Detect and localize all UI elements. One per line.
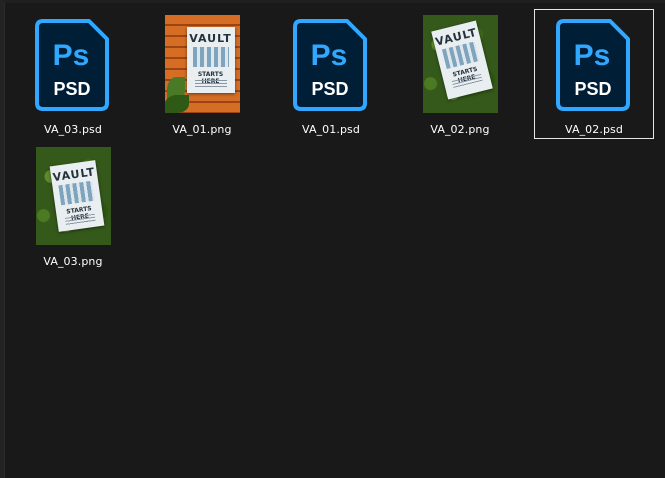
file-item-va-01-png[interactable]: VAULT STARTS HERE VA_01.png xyxy=(142,9,262,139)
thumbnail-grass-poster: VAULT STARTS HERE xyxy=(422,15,498,113)
psd-icon-ps-text: Ps xyxy=(53,39,90,72)
file-item-va-01-psd[interactable]: Ps PSD VA_01.psd xyxy=(271,9,391,139)
psd-file-icon: Ps PSD xyxy=(545,15,643,113)
photoshop-psd-icon: Ps PSD xyxy=(293,19,367,111)
file-item-va-03-png[interactable]: VAULT STARTS HERE VA_03.png xyxy=(13,141,133,271)
photoshop-psd-icon: Ps PSD xyxy=(556,19,630,111)
file-name-label: VA_03.psd xyxy=(44,123,102,136)
thumbnail-grass-poster: VAULT STARTS HERE xyxy=(35,147,111,245)
psd-icon-psd-text: PSD xyxy=(53,79,90,99)
view-top-edge xyxy=(4,0,665,3)
file-name-label: VA_02.psd xyxy=(565,123,623,136)
file-name-label: VA_01.png xyxy=(172,123,232,136)
psd-icon-ps-text: Ps xyxy=(311,39,348,72)
psd-file-icon: Ps PSD xyxy=(24,15,122,113)
file-explorer-view: Ps PSD VA_03.psd VAULT STARTS HERE xyxy=(0,0,665,478)
file-item-va-02-png[interactable]: VAULT STARTS HERE VA_02.png xyxy=(400,9,520,139)
image-thumbnail: VAULT STARTS HERE xyxy=(153,15,251,113)
poster-title: VAULT xyxy=(189,32,232,45)
file-name-label: VA_01.psd xyxy=(302,123,360,136)
psd-icon-ps-text: Ps xyxy=(574,39,611,72)
thumbnail-orange-wall-poster: VAULT STARTS HERE xyxy=(164,15,240,113)
file-item-va-02-psd[interactable]: Ps PSD VA_02.psd xyxy=(534,9,654,139)
image-thumbnail: VAULT STARTS HERE xyxy=(411,15,509,113)
photoshop-psd-icon: Ps PSD xyxy=(35,19,109,111)
file-name-label: VA_03.png xyxy=(43,255,103,268)
navigation-pane-edge[interactable] xyxy=(0,0,5,478)
psd-icon-psd-text: PSD xyxy=(574,79,611,99)
image-thumbnail: VAULT STARTS HERE xyxy=(24,147,122,245)
psd-file-icon: Ps PSD xyxy=(282,15,380,113)
file-name-label: VA_02.png xyxy=(430,123,490,136)
file-item-va-03-psd[interactable]: Ps PSD VA_03.psd xyxy=(13,9,133,139)
psd-icon-psd-text: PSD xyxy=(311,79,348,99)
